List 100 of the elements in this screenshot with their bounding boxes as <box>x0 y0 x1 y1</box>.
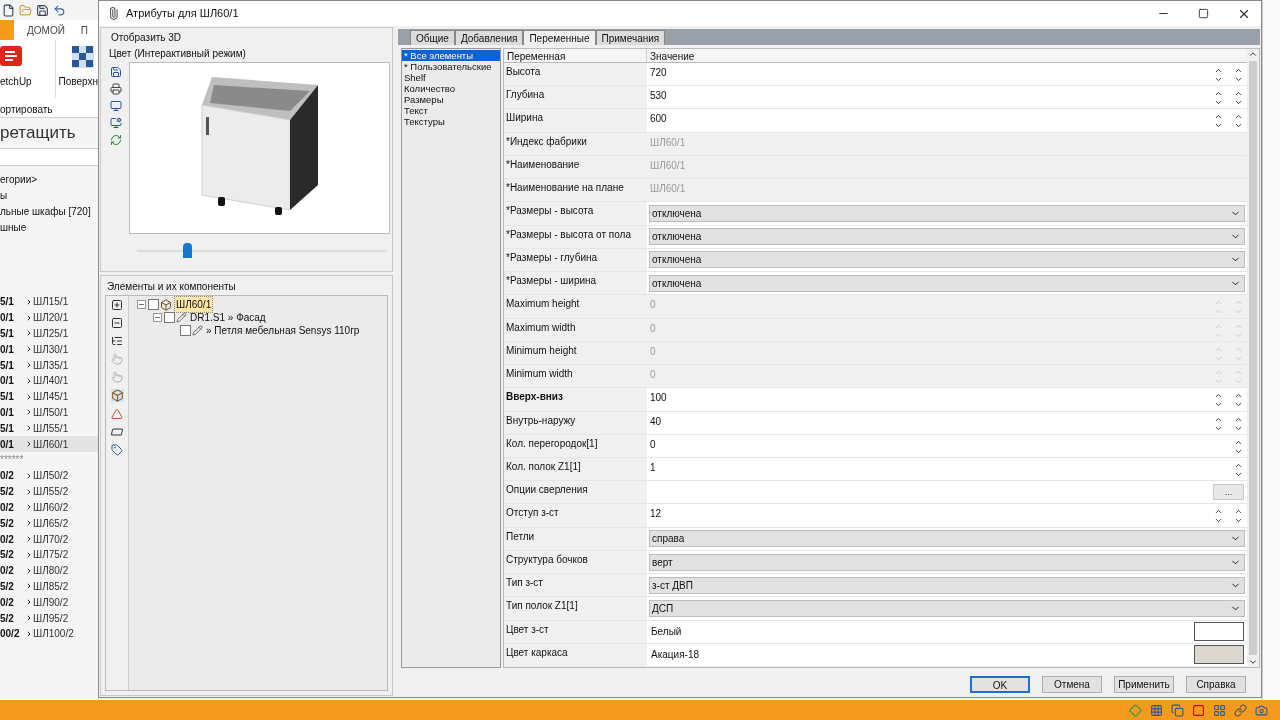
square-icon[interactable] <box>1192 703 1205 717</box>
search-field[interactable] <box>0 148 98 166</box>
product-row[interactable]: 5/2 ШЛ65/2 <box>0 515 98 532</box>
column-header: Значение <box>649 50 696 62</box>
panel-heading: ретащить <box>0 122 76 145</box>
dialog-button[interactable]: Применить <box>1114 676 1174 693</box>
refresh-icon[interactable] <box>109 134 122 146</box>
collapse-toggle[interactable] <box>137 300 146 309</box>
group-item[interactable]: Количество <box>402 83 500 94</box>
tree-checkbox[interactable] <box>164 312 175 323</box>
group-item[interactable]: Текстуры <box>402 116 500 127</box>
sketchup-logo[interactable] <box>0 44 24 68</box>
checker-texture-icon[interactable] <box>72 46 94 68</box>
tab[interactable]: Примечания <box>595 30 666 45</box>
product-code: 5/1 <box>0 295 15 310</box>
product-row[interactable]: 0/2 ШЛ50/2 <box>0 467 98 484</box>
camera-icon[interactable] <box>1255 703 1268 717</box>
group-item[interactable]: Shelf <box>402 72 500 83</box>
product-row[interactable]: 0/2 ШЛ80/2 <box>0 562 98 579</box>
scroll-up-icon[interactable] <box>1248 49 1258 59</box>
dropdown[interactable]: ДСП <box>649 600 1245 617</box>
product-row[interactable]: 0/2 ШЛ60/2 <box>0 499 98 516</box>
zoom-slider[interactable] <box>137 243 387 259</box>
product-row[interactable]: 5/1 ШЛ15/1 <box>0 294 98 310</box>
tree-item[interactable]: ШЛ60/1 <box>174 296 214 313</box>
group-item[interactable]: Размеры <box>402 94 500 105</box>
save-icon[interactable] <box>109 66 122 78</box>
product-code: 0/1 <box>0 374 15 389</box>
monitor-icon[interactable] <box>109 100 122 112</box>
dropdown[interactable]: отключена <box>649 251 1245 269</box>
printer-icon[interactable] <box>109 83 122 95</box>
group-item[interactable]: Текст <box>402 105 500 116</box>
browse-button[interactable]: ... <box>1213 484 1244 501</box>
tree-item[interactable]: » Петля мебельная Sensys 110гр <box>205 323 361 338</box>
product-row[interactable]: 0/1 ШЛ40/1 <box>0 373 98 389</box>
product-name: ШЛ100/2 <box>33 627 74 642</box>
ribbon-tab[interactable]: П <box>77 22 92 38</box>
dialog-button[interactable]: Отмена <box>1042 676 1102 693</box>
product-row[interactable]: 5/1 ШЛ45/1 <box>0 388 98 405</box>
color-swatch[interactable] <box>1194 644 1244 664</box>
tab[interactable]: Добавления <box>454 30 524 45</box>
dropdown[interactable]: верт <box>649 553 1245 571</box>
panel-icon[interactable] <box>109 426 125 438</box>
product-row[interactable]: 0/1 ШЛ30/1 <box>0 341 98 358</box>
cube-icon[interactable] <box>110 389 124 402</box>
link-icon[interactable] <box>1234 703 1247 717</box>
readonly-field: ШЛ60/1 <box>647 179 1247 202</box>
dropdown[interactable]: отключена <box>649 274 1245 292</box>
ribbon-tab[interactable]: ДОМОЙ <box>24 22 68 38</box>
tree-icon[interactable] <box>111 335 123 347</box>
color-swatch[interactable] <box>1194 621 1244 641</box>
corner-icon[interactable] <box>111 408 123 420</box>
product-row[interactable]: 0/2 ШЛ90/2 <box>0 594 98 611</box>
category-item[interactable]: льные шкафы [720] <box>0 204 98 216</box>
dropdown[interactable]: отключена <box>649 205 1245 222</box>
expand-all-icon[interactable] <box>111 299 123 311</box>
tree-checkbox[interactable] <box>148 299 159 310</box>
group-item[interactable]: * Все элементы <box>402 50 500 61</box>
product-row[interactable]: 5/2 ШЛ75/2 <box>0 546 98 563</box>
grid-icon[interactable] <box>1150 703 1163 717</box>
tab[interactable]: Переменные <box>523 30 596 45</box>
tree-checkbox[interactable] <box>180 325 191 336</box>
undo-icon[interactable] <box>53 3 66 17</box>
group-item[interactable]: * Пользовательские <box>402 61 500 72</box>
collapse-all-icon[interactable] <box>111 317 123 329</box>
maximize-icon[interactable] <box>1198 8 1209 19</box>
monitor-settings-icon[interactable] <box>109 117 122 129</box>
slider-thumb[interactable] <box>183 243 192 258</box>
product-name: ШЛ95/2 <box>33 611 69 626</box>
product-row[interactable]: 5/2 ШЛ55/2 <box>0 483 98 500</box>
layout-icon[interactable] <box>1213 703 1226 717</box>
category-item[interactable]: ы <box>0 188 98 200</box>
product-row[interactable]: 0/1 ШЛ20/1 <box>0 309 98 326</box>
category-item[interactable]: шные <box>0 220 98 232</box>
copy-icon[interactable] <box>1171 703 1184 717</box>
dropdown[interactable]: з-ст ДВП <box>649 576 1245 594</box>
product-row[interactable]: 0/2 ШЛ70/2 <box>0 531 98 547</box>
variable-name: *Индекс фабрики <box>504 132 647 155</box>
preview-tab[interactable]: Отобразить 3D <box>111 30 390 45</box>
tree-item[interactable]: DR1.S1 » Фасад <box>189 310 267 325</box>
tag-icon[interactable] <box>111 444 123 456</box>
product-row[interactable]: 5/2 ШЛ95/2 <box>0 610 98 626</box>
product-row[interactable]: 0/1 ШЛ60/1 <box>0 436 98 452</box>
new-file-icon[interactable] <box>2 3 15 17</box>
dropdown[interactable]: справа <box>649 530 1245 548</box>
product-row[interactable]: 5/1 ШЛ35/1 <box>0 357 98 373</box>
product-row[interactable]: 00/2 ШЛ100/2 <box>0 625 98 642</box>
product-row[interactable]: 0/1 ШЛ50/1 <box>0 404 98 421</box>
product-row[interactable]: 5/1 ШЛ55/1 <box>0 420 98 437</box>
product-row[interactable]: 5/2 ШЛ85/2 <box>0 578 98 595</box>
scroll-down-icon[interactable] <box>1248 657 1258 667</box>
dropdown[interactable]: отключена <box>649 228 1245 246</box>
product-row[interactable]: 5/1 ШЛ25/1 <box>0 325 98 342</box>
tab[interactable]: Общие <box>410 30 455 45</box>
category-item[interactable]: егории> <box>0 172 98 184</box>
collapse-toggle[interactable] <box>153 313 162 322</box>
dialog-button[interactable]: Справка <box>1186 676 1246 693</box>
scrollbar[interactable] <box>1247 49 1259 667</box>
dialog-button[interactable]: OK <box>970 676 1030 693</box>
save-icon[interactable] <box>36 3 49 17</box>
